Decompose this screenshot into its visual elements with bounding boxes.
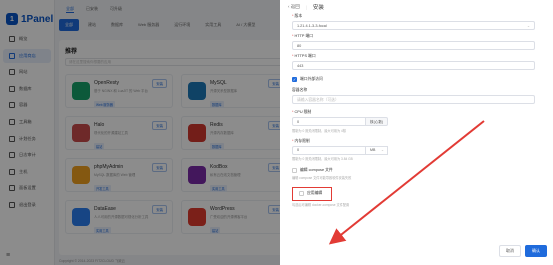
compose-hint: 编辑 compose 文件可能导致软件安装失败 xyxy=(292,175,352,180)
confirm-button[interactable]: 确认 xyxy=(525,245,547,257)
app-edit-label: 应用编辑 xyxy=(307,191,323,195)
version-select[interactable]: 1.21.4.1-3-3-focal ⌄ xyxy=(292,21,535,30)
cpu-label: * CPU 限制 xyxy=(292,110,312,114)
checkbox-icon xyxy=(299,191,304,196)
memory-unit-select[interactable]: MB ⌄ xyxy=(366,145,388,155)
compose-checkbox[interactable]: 编辑 compose 文件 xyxy=(292,168,535,173)
memory-group: 0 MB ⌄ xyxy=(292,145,535,155)
container-name-label: 容器名称 xyxy=(292,88,308,92)
drawer-form: * 版本 1.21.4.1-3-3-focal ⌄ * HTTP 端口 80 * … xyxy=(280,14,553,207)
http-port-input[interactable]: 80 xyxy=(292,41,535,50)
cancel-button[interactable]: 取消 xyxy=(499,245,521,257)
back-button[interactable]: ‹ 返回 xyxy=(288,4,300,10)
memory-hint: 限制为 0 则关闭限制，最大可用为 3.84 GB xyxy=(292,157,353,161)
version-label: * 版本 xyxy=(292,14,303,18)
chevron-down-icon: ⌄ xyxy=(526,23,530,28)
check-icon: ✓ xyxy=(292,77,297,82)
memory-label: * 内存限制 xyxy=(292,138,310,143)
install-drawer: ‹ 返回 | 安装 * 版本 1.21.4.1-3-3-focal ⌄ * HTT… xyxy=(280,0,553,265)
container-name-input[interactable]: 请输入容器名称（可选） xyxy=(292,95,535,104)
app-edit-checkbox[interactable]: 应用编辑 xyxy=(292,186,332,201)
cpu-hint: 限制为 0 则关闭限制，最大可用为 4核 xyxy=(292,128,347,133)
port-external-checkbox[interactable]: ✓ 端口外部访问 xyxy=(292,77,535,82)
compose-label: 编辑 compose 文件 xyxy=(300,168,333,172)
cpu-input[interactable]: 0 xyxy=(292,117,366,126)
drawer-header: ‹ 返回 | 安装 xyxy=(280,0,553,14)
checkbox-icon xyxy=(292,168,297,173)
https-port-input[interactable]: 443 xyxy=(292,61,535,70)
drawer-footer: 取消 确认 xyxy=(499,245,547,257)
memory-input[interactable]: 0 xyxy=(292,145,366,155)
back-label: 返回 xyxy=(290,4,300,9)
cpu-unit: 核(心数) xyxy=(366,117,389,126)
chevron-down-icon: ⌄ xyxy=(380,148,384,152)
app-edit-hint: 勾选后可编辑 docker-compose 文件配置 xyxy=(292,203,350,207)
http-port-label: * HTTP 端口 xyxy=(292,34,314,38)
cpu-group: 0 核(心数) xyxy=(292,117,535,126)
port-external-label: 端口外部访问 xyxy=(300,77,323,81)
https-port-label: * HTTPS 端口 xyxy=(292,54,316,58)
app-root: 1 1Panel 概览 应用商店 网站 数据库 容器 工具箱 计划任务 日志审计 主机 面板设置退… xyxy=(0,0,553,265)
header-divider: | xyxy=(305,4,307,10)
drawer-title: 安装 xyxy=(312,5,324,11)
